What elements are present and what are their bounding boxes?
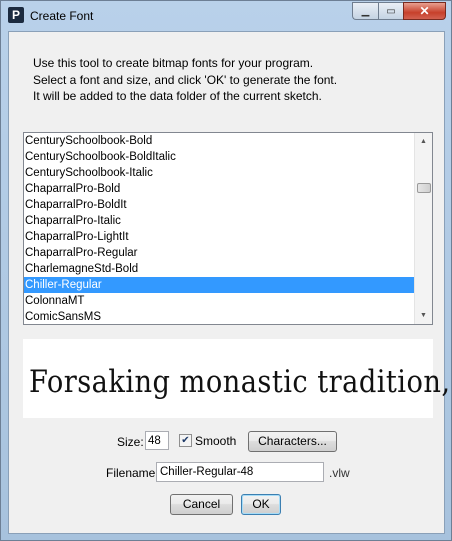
checkmark-icon: ✔ bbox=[181, 435, 190, 446]
size-input[interactable] bbox=[145, 431, 169, 450]
ok-button[interactable]: OK bbox=[241, 494, 281, 515]
file-extension-label: .vlw bbox=[329, 466, 350, 480]
processing-app-icon: P bbox=[8, 7, 24, 23]
close-icon: ✕ bbox=[419, 4, 430, 18]
font-list-item[interactable]: CharlemagneStd-Bold bbox=[24, 261, 416, 277]
font-list-item[interactable]: ChaparralPro-Regular bbox=[24, 245, 416, 261]
font-list-scrollbar[interactable]: ▲ ▼ bbox=[414, 133, 432, 324]
scroll-down-arrow-icon[interactable]: ▼ bbox=[415, 307, 432, 324]
font-list-item[interactable]: CenturySchoolbook-Bold bbox=[24, 133, 416, 149]
filename-label: Filename: bbox=[106, 466, 159, 480]
characters-button[interactable]: Characters... bbox=[248, 431, 337, 452]
font-preview: Forsaking monastic tradition, bbox=[23, 339, 450, 418]
intro-line-1: Use this tool to create bitmap fonts for… bbox=[33, 56, 314, 70]
font-list-item[interactable]: CenturySchoolbook-Italic bbox=[24, 165, 416, 181]
title-bar[interactable]: P Create Font ▁ ▭ ✕ bbox=[1, 1, 451, 31]
font-list-item[interactable]: ChaparralPro-Italic bbox=[24, 213, 416, 229]
intro-line-2: Select a font and size, and click 'OK' t… bbox=[33, 72, 338, 87]
maximize-button[interactable]: ▭ bbox=[378, 2, 403, 20]
scroll-up-arrow-icon[interactable]: ▲ bbox=[415, 133, 432, 150]
font-list-item[interactable]: ChaparralPro-Bold bbox=[24, 181, 416, 197]
font-list-item[interactable]: Chiller-Regular bbox=[24, 277, 416, 293]
font-list-item[interactable]: ColonnaMT bbox=[24, 293, 416, 309]
maximize-icon: ▭ bbox=[386, 5, 396, 17]
dialog-body: Use this tool to create bitmap fonts for… bbox=[8, 31, 450, 534]
font-list-items: CenturySchoolbook-Bold CenturySchoolbook… bbox=[24, 133, 416, 324]
font-preview-text: Forsaking monastic tradition, bbox=[29, 364, 451, 400]
font-list[interactable]: CenturySchoolbook-Bold CenturySchoolbook… bbox=[23, 132, 433, 325]
caption-buttons: ▁ ▭ ✕ bbox=[352, 2, 446, 21]
cancel-button[interactable]: Cancel bbox=[170, 494, 233, 515]
font-list-item[interactable]: ChaparralPro-BoldIt bbox=[24, 197, 416, 213]
font-list-item[interactable]: ComicSansMS bbox=[24, 309, 416, 324]
font-list-item[interactable]: ChaparralPro-LightIt bbox=[24, 229, 416, 245]
intro-line-3: It will be added to the data folder of t… bbox=[33, 89, 322, 103]
smooth-label[interactable]: Smooth bbox=[195, 434, 236, 448]
size-label: Size: bbox=[117, 435, 144, 449]
filename-input[interactable] bbox=[156, 462, 324, 482]
window-title: Create Font bbox=[30, 9, 94, 23]
minimize-button[interactable]: ▁ bbox=[352, 2, 378, 20]
create-font-window: P Create Font ▁ ▭ ✕ Use this tool to cre… bbox=[0, 0, 452, 541]
font-list-item[interactable]: CenturySchoolbook-BoldItalic bbox=[24, 149, 416, 165]
close-button[interactable]: ✕ bbox=[403, 2, 446, 20]
scroll-thumb[interactable] bbox=[417, 183, 431, 193]
smooth-checkbox[interactable]: ✔ bbox=[179, 434, 192, 447]
minimize-icon: ▁ bbox=[361, 5, 370, 17]
intro-text: Use this tool to create bitmap fonts for… bbox=[33, 55, 337, 105]
